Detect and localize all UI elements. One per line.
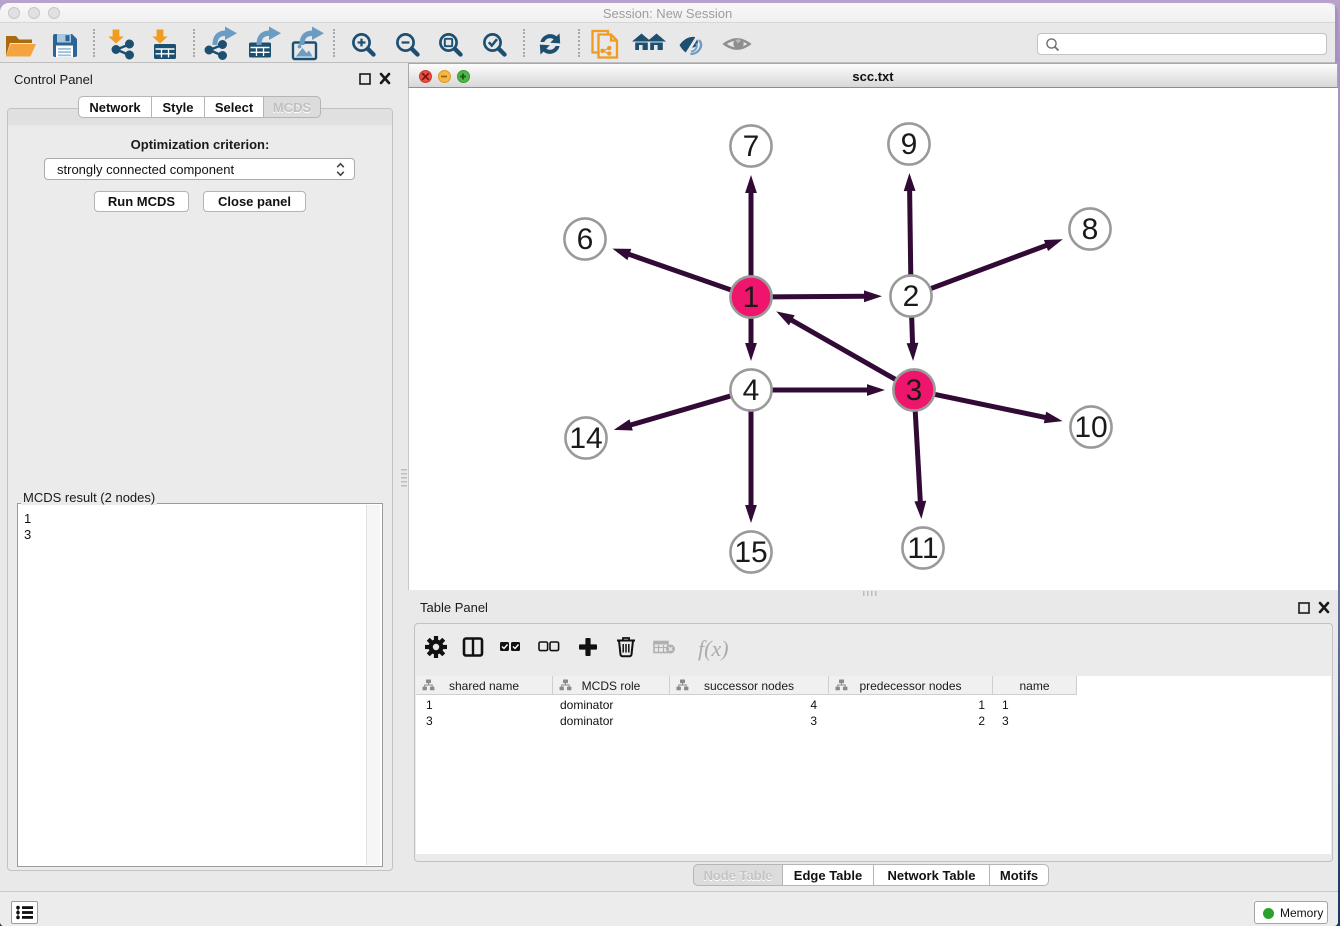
svg-text:10: 10 [1074,411,1107,444]
svg-text:3: 3 [906,374,923,407]
svg-text:6: 6 [577,223,594,256]
svg-text:4: 4 [743,374,760,407]
svg-text:9: 9 [901,128,918,161]
svg-text:14: 14 [569,422,602,455]
svg-text:f(x): f(x) [698,636,729,661]
svg-text:1: 1 [743,281,760,314]
svg-text:2: 2 [903,280,920,313]
svg-text:15: 15 [734,536,767,569]
svg-text:11: 11 [907,532,938,565]
svg-text:7: 7 [743,130,760,163]
svg-text:8: 8 [1082,213,1099,246]
